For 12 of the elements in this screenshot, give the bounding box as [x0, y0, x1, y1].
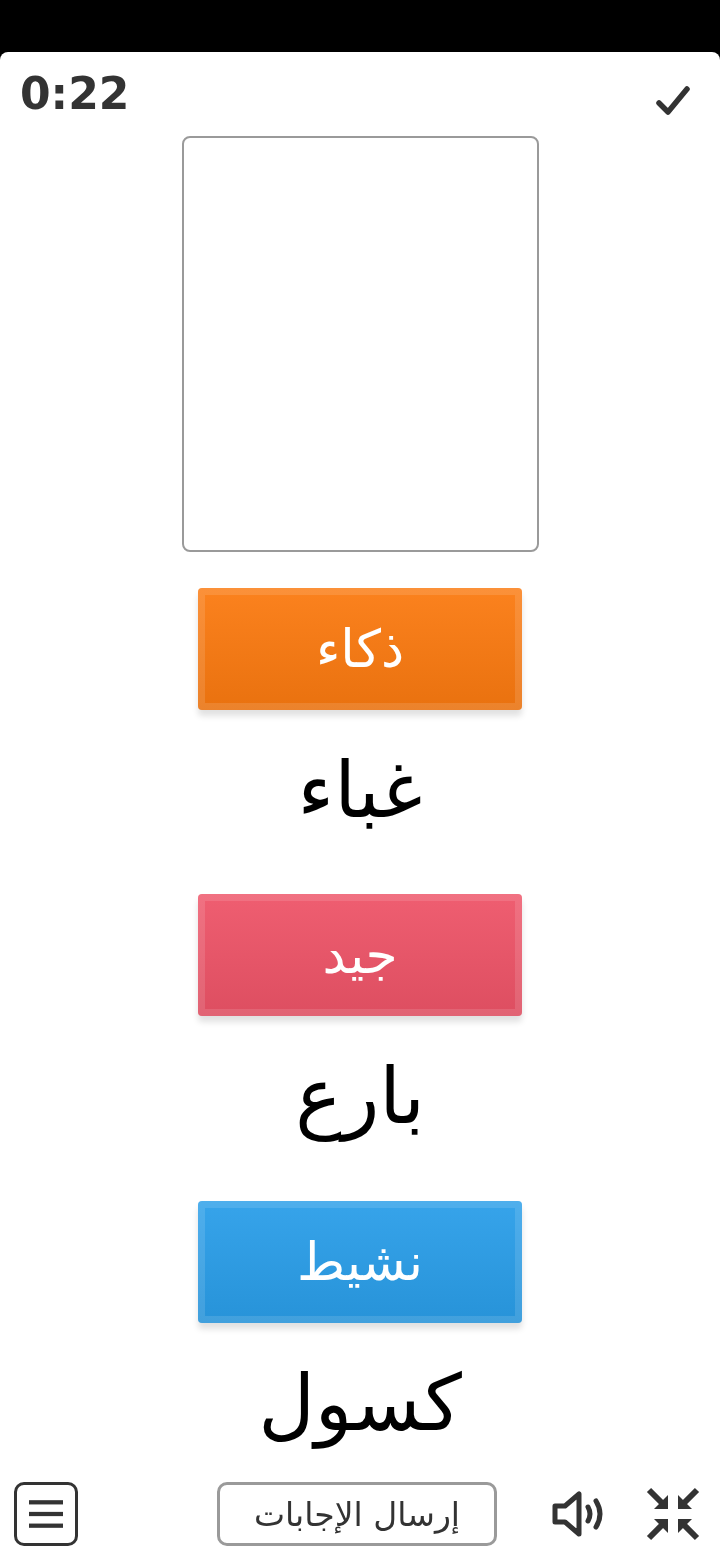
word-tile[interactable]: جيد — [198, 894, 522, 1017]
word-tile[interactable]: ذكاء — [198, 588, 522, 710]
word-label: بارع — [295, 1050, 425, 1144]
word-label: غباء — [297, 744, 423, 837]
shrink-icon[interactable] — [646, 1487, 700, 1541]
submit-button[interactable]: إرسال الإجابات — [217, 1482, 497, 1546]
word-tile[interactable]: نشيط — [198, 1200, 522, 1323]
word-label: كسول — [258, 1356, 462, 1451]
timer: 0:22 — [20, 72, 130, 116]
menu-icon — [29, 1500, 63, 1528]
check-icon[interactable] — [656, 86, 690, 116]
menu-button[interactable] — [14, 1482, 78, 1546]
